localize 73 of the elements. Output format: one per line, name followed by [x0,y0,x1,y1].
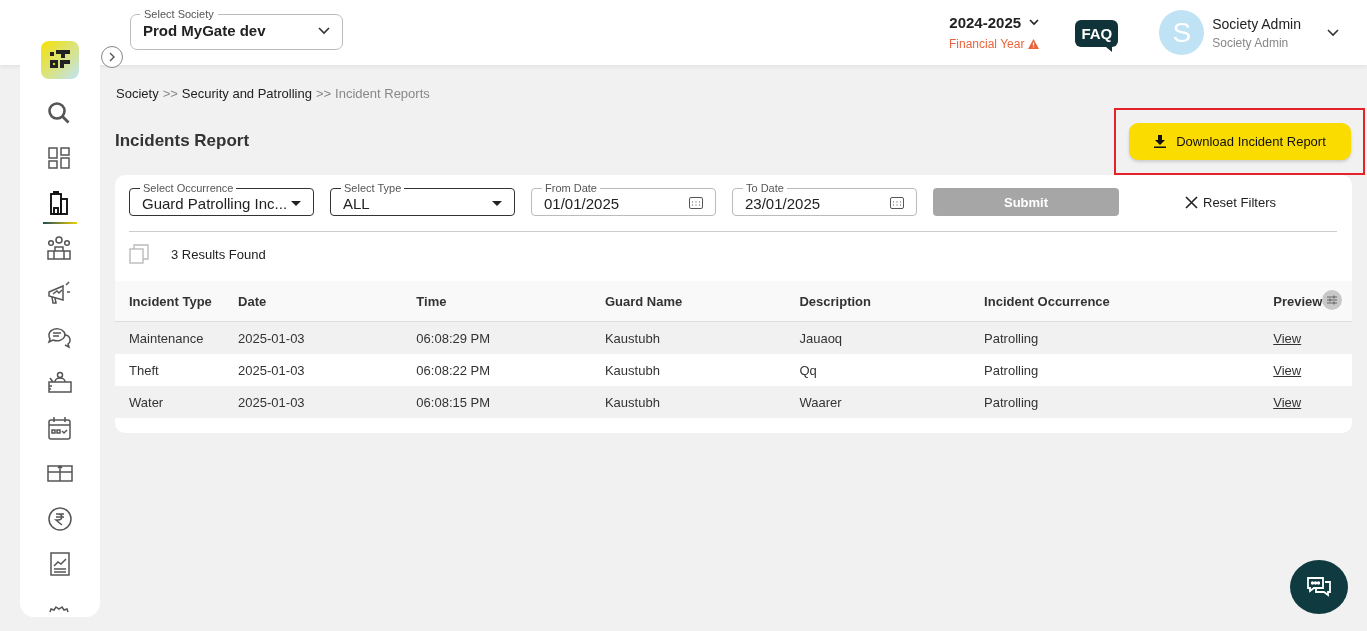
select-field[interactable]: Select Occurrence Guard Patrolling Inc... [129,182,314,216]
people-icon [46,234,74,263]
column-header: Incident Occurrence [970,281,1260,322]
dropdown-caret-icon [492,200,502,206]
table-cell: Patrolling [984,394,1039,410]
calendar-icon [46,414,74,443]
table-cell: 06:08:22 PM [416,362,491,378]
column-header: Time [402,281,591,322]
society-select-label: Select Society [143,7,215,21]
chevron-right-icon [108,52,116,62]
date-field[interactable]: From Date 01/01/2025 [531,182,716,216]
user-name: Society Admin [1212,15,1301,32]
breadcrumb-item: Incident Reports [335,86,430,101]
download-icon [1154,134,1167,148]
app-logo[interactable] [41,41,79,79]
table-cell: 2025-01-03 [238,394,305,410]
select-field[interactable]: Select Type ALL [330,182,515,216]
calendar-icon [689,197,703,209]
results-count: 3 Results Found [171,246,266,262]
copy-icon [129,244,149,264]
calendar-icon [890,197,904,209]
table-cell: Kaustubh [604,394,660,410]
column-header: Preview [1259,281,1323,322]
table-cell: 2025-01-03 [238,362,305,378]
year-select[interactable]: 2024-2025 [949,14,1040,31]
breadcrumb-separator: >> [162,86,178,101]
table-cell: Waarer [799,394,842,410]
date-field[interactable]: To Date 23/01/2025 [732,182,917,216]
warning-icon [1028,39,1040,49]
view-link[interactable]: View [1273,330,1302,346]
chat-button[interactable] [1290,560,1348,614]
user-role: Society Admin [1212,35,1290,50]
table-cell: 06:08:15 PM [416,394,491,410]
chevron-down-icon [1029,19,1040,26]
chat-icon [1305,574,1333,600]
chevron-down-icon [318,26,330,35]
table-cell: Maintenance [129,330,204,346]
breadcrumb-separator: >> [315,86,332,101]
speech-tail-icon [1106,46,1113,52]
dropdown-caret-icon [291,200,301,206]
column-header: Incident Type [115,281,225,322]
table-cell: Qq [799,362,817,378]
table-cell: Patrolling [984,362,1039,378]
chevron-down-icon[interactable] [1326,28,1339,37]
rupee-icon [46,504,74,533]
view-link[interactable]: View [1273,362,1302,378]
field-label: Select Type [343,182,403,194]
field-label: Select Occurrence [142,182,235,194]
society-select[interactable]: Select Society Prod MyGate dev [130,7,343,50]
table-cell: Kaustubh [604,330,660,346]
table-cell: 2025-01-03 [238,330,305,346]
table-cell: Patrolling [984,330,1039,346]
download-button[interactable]: Download Incident Report [1129,122,1351,160]
column-header: Date [224,281,403,322]
column-header: Description [785,281,971,322]
field-label: To Date [745,182,785,194]
breadcrumb-item[interactable]: Security and Patrolling [181,86,312,101]
close-icon [1185,195,1198,209]
page-title: Incidents Report [115,131,250,151]
view-link[interactable]: View [1273,394,1302,410]
column-settings-icon[interactable] [1322,289,1343,310]
table-cell: Theft [129,362,159,378]
breadcrumb-item[interactable]: Society [116,86,159,101]
table-cell: Jauaoq [799,330,843,346]
table-cell: 06:08:29 PM [416,330,491,346]
table-cell: Kaustubh [604,362,660,378]
reset-filters-button[interactable]: Reset Filters [1185,194,1276,210]
table-cell: Water [129,394,164,410]
field-label: From Date [544,182,598,194]
avatar: S [1159,10,1205,55]
sidebar-toggle-button[interactable] [101,46,123,68]
column-header: Guard Name [590,281,786,322]
financial-year-label: Financial Year [949,37,1025,51]
